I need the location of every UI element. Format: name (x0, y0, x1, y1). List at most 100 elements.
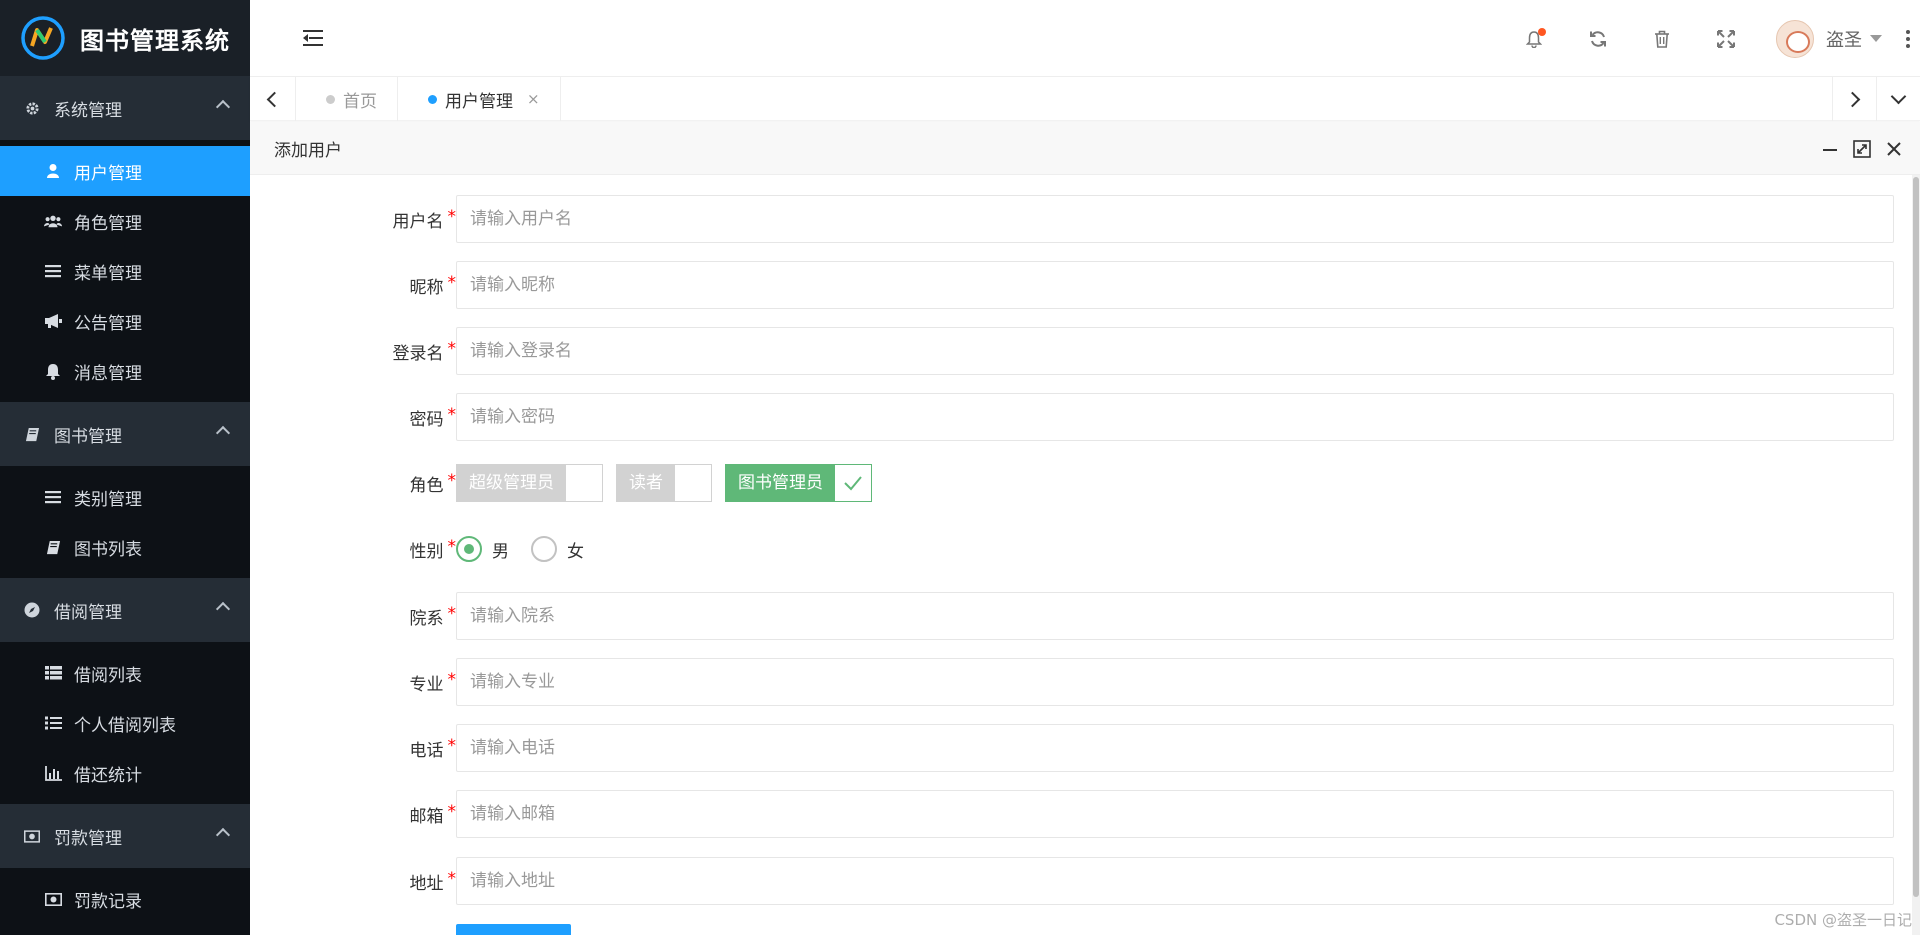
avatar (1776, 19, 1814, 58)
form-label: 专业 * (250, 670, 462, 695)
nickname-input[interactable] (456, 261, 1894, 309)
label-text: 专业 (409, 674, 444, 695)
form-label: 登录名 * (250, 339, 462, 364)
form-row-address: 地址 * (250, 857, 1912, 905)
loginname-input[interactable] (456, 327, 1894, 375)
sidebar-item-fine-records[interactable]: 罚款记录 (0, 874, 250, 924)
sidebar-group-items: 罚款记录 (0, 868, 250, 930)
required-mark: * (447, 338, 457, 359)
sidebar-item-label: 借还统计 (74, 765, 142, 786)
email-input[interactable] (456, 790, 1894, 838)
sidebar-item-borrow-list[interactable]: 借阅列表 (0, 648, 250, 698)
required-mark: * (447, 206, 457, 227)
sidebar-item-label: 个人借阅列表 (74, 715, 176, 736)
minimize-icon[interactable] (1814, 133, 1846, 165)
sidebar-item-personal-borrow-list[interactable]: 个人借阅列表 (0, 698, 250, 748)
check-icon (844, 476, 862, 491)
brand: 图书管理系统 (0, 0, 250, 76)
chevron-up-icon (215, 601, 231, 617)
tab-user-management[interactable]: 用户管理 × (398, 77, 561, 121)
sidebar-group-borrow[interactable]: 借阅管理 (0, 578, 250, 642)
password-input[interactable] (456, 393, 1894, 441)
fullscreen-icon[interactable] (1694, 0, 1758, 77)
role-checkbox-librarian[interactable]: 图书管理员 (725, 464, 872, 502)
table-list-icon (44, 664, 62, 682)
required-mark: * (447, 470, 457, 491)
label-text: 角色 (409, 475, 444, 496)
submit-button[interactable] (456, 924, 571, 935)
label-text: 密码 (409, 409, 444, 430)
gender-radio-female[interactable]: 女 (531, 536, 584, 562)
more-options-icon[interactable] (1896, 0, 1920, 77)
tab-options-button[interactable] (1876, 77, 1920, 121)
sidebar: 图书管理系统 系统管理 用户管理 角色管理 菜单管理 公告管理 消息管理 图书管… (0, 0, 250, 935)
address-input[interactable] (456, 857, 1894, 905)
sidebar-item-label: 借阅列表 (74, 665, 142, 686)
sidebar-item-label: 罚款记录 (74, 891, 142, 912)
maximize-icon[interactable] (1846, 133, 1878, 165)
trash-icon[interactable] (1630, 0, 1694, 77)
user-menu[interactable]: 盗圣 (1758, 19, 1896, 58)
radio-label: 男 (492, 541, 509, 562)
content-scrollbar[interactable] (1912, 175, 1920, 935)
label-text: 院系 (409, 608, 444, 629)
notification-bell-icon[interactable] (1502, 0, 1566, 77)
chevron-up-icon (215, 425, 231, 441)
sidebar-group-label: 系统管理 (54, 100, 122, 121)
refresh-icon[interactable] (1566, 0, 1630, 77)
gender-radio-male[interactable]: 男 (456, 536, 509, 562)
tab-label: 首页 (343, 91, 377, 112)
sidebar-item-borrow-statistics[interactable]: 借还统计 (0, 748, 250, 798)
tab-scroll-right-button[interactable] (1832, 77, 1876, 121)
form-label: 地址 * (250, 869, 462, 894)
bar-chart-icon (44, 764, 62, 782)
role-checkbox-group: 超级管理员 读者 图书管理员 (456, 459, 885, 507)
chevron-left-icon (266, 91, 283, 107)
phone-input[interactable] (456, 724, 1894, 772)
scrollbar-thumb[interactable] (1913, 177, 1919, 897)
sidebar-item-user-management[interactable]: 用户管理 (0, 146, 250, 196)
notification-dot (1538, 28, 1546, 36)
sidebar-group-fines[interactable]: 罚款管理 (0, 804, 250, 868)
role-checkbox-super-admin[interactable]: 超级管理员 (456, 464, 603, 502)
radio-label: 女 (567, 541, 584, 562)
sidebar-item-label: 角色管理 (74, 213, 142, 234)
sidebar-group-system[interactable]: 系统管理 (0, 76, 250, 140)
tab-list: 首页 用户管理 × (296, 77, 561, 121)
bell-icon (44, 362, 62, 380)
sidebar-item-book-list[interactable]: 图书列表 (0, 522, 250, 572)
sidebar-item-role-management[interactable]: 角色管理 (0, 196, 250, 246)
department-input[interactable] (456, 592, 1894, 640)
checkbox-box (675, 465, 711, 501)
tab-scroll-left-button[interactable] (250, 77, 296, 121)
sidebar-item-category-management[interactable]: 类别管理 (0, 472, 250, 522)
tab-home[interactable]: 首页 (296, 77, 398, 121)
form-label: 用户名 * (250, 207, 462, 232)
menu-toggle-icon[interactable] (303, 30, 323, 46)
caret-down-icon (1870, 35, 1882, 42)
list-icon (44, 262, 62, 280)
form-row-department: 院系 * (250, 592, 1912, 640)
role-checkbox-reader[interactable]: 读者 (616, 464, 712, 502)
sidebar-item-notice-management[interactable]: 公告管理 (0, 296, 250, 346)
tab-close-icon[interactable]: × (527, 90, 540, 108)
close-icon[interactable] (1878, 133, 1910, 165)
required-mark: * (447, 404, 457, 425)
sidebar-group-label: 罚款管理 (54, 828, 122, 849)
book-icon (24, 426, 40, 442)
sidebar-group-items: 借阅列表 个人借阅列表 借还统计 (0, 642, 250, 804)
major-input[interactable] (456, 658, 1894, 706)
panel-title: 添加用户 (274, 140, 342, 161)
required-mark: * (447, 868, 457, 889)
header-toolbar: 盗圣 (1502, 0, 1920, 77)
form-row-email: 邮箱 * (250, 790, 1912, 838)
sidebar-item-menu-management[interactable]: 菜单管理 (0, 246, 250, 296)
label-text: 用户名 (392, 211, 444, 232)
checkbox-label: 超级管理员 (457, 465, 566, 501)
sidebar-item-message-management[interactable]: 消息管理 (0, 346, 250, 396)
sidebar-group-books[interactable]: 图书管理 (0, 402, 250, 466)
book-icon (44, 538, 62, 556)
tabs-bar: 首页 用户管理 × (250, 77, 1920, 121)
money-icon (44, 890, 62, 908)
username-input[interactable] (456, 195, 1894, 243)
